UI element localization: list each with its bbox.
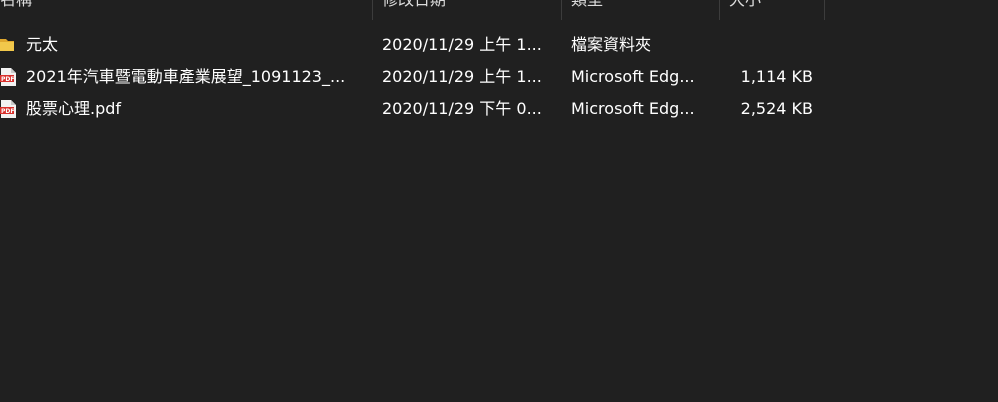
file-name: 2021年汽車暨電動車產業展望_1091123_...	[26, 67, 346, 86]
column-header-size[interactable]: 大小	[729, 0, 823, 20]
file-size	[729, 30, 813, 60]
column-divider[interactable]	[372, 0, 373, 20]
column-divider[interactable]	[824, 0, 825, 20]
file-row[interactable]: PDF 股票心理.pdf 2020/11/29 下午 0... Microsof…	[0, 94, 825, 124]
file-type: 檔案資料夾	[571, 35, 652, 54]
column-divider[interactable]	[561, 0, 562, 20]
pdf-file-icon: PDF	[0, 68, 16, 86]
file-modified: 2020/11/29 上午 1...	[382, 35, 542, 54]
file-modified: 2020/11/29 上午 1...	[382, 67, 542, 86]
svg-text:PDF: PDF	[1, 108, 14, 115]
file-explorer-details-view: 名稱 修改日期 類型 大小 元太 2020/11/29 上午 1... 檔案資料…	[0, 0, 998, 402]
file-name: 元太	[26, 35, 59, 54]
file-type: Microsoft Edg...	[571, 67, 695, 86]
svg-text:PDF: PDF	[1, 76, 14, 83]
column-header-row: 名稱 修改日期 類型 大小	[0, 0, 998, 20]
file-name: 股票心理.pdf	[26, 99, 122, 118]
pdf-file-icon: PDF	[0, 100, 16, 118]
column-header-modified[interactable]: 修改日期	[382, 0, 560, 20]
file-size: 2,524 KB	[740, 99, 813, 118]
file-row[interactable]: PDF 2021年汽車暨電動車產業展望_1091123_... 2020/11/…	[0, 62, 825, 92]
file-modified: 2020/11/29 下午 0...	[382, 99, 542, 118]
column-header-type[interactable]: 類型	[571, 0, 717, 20]
file-type: Microsoft Edg...	[571, 99, 695, 118]
file-size: 1,114 KB	[740, 67, 813, 86]
column-header-name[interactable]: 名稱	[0, 0, 372, 20]
file-row[interactable]: 元太 2020/11/29 上午 1... 檔案資料夾	[0, 30, 825, 60]
folder-icon	[0, 36, 16, 54]
column-divider[interactable]	[719, 0, 720, 20]
